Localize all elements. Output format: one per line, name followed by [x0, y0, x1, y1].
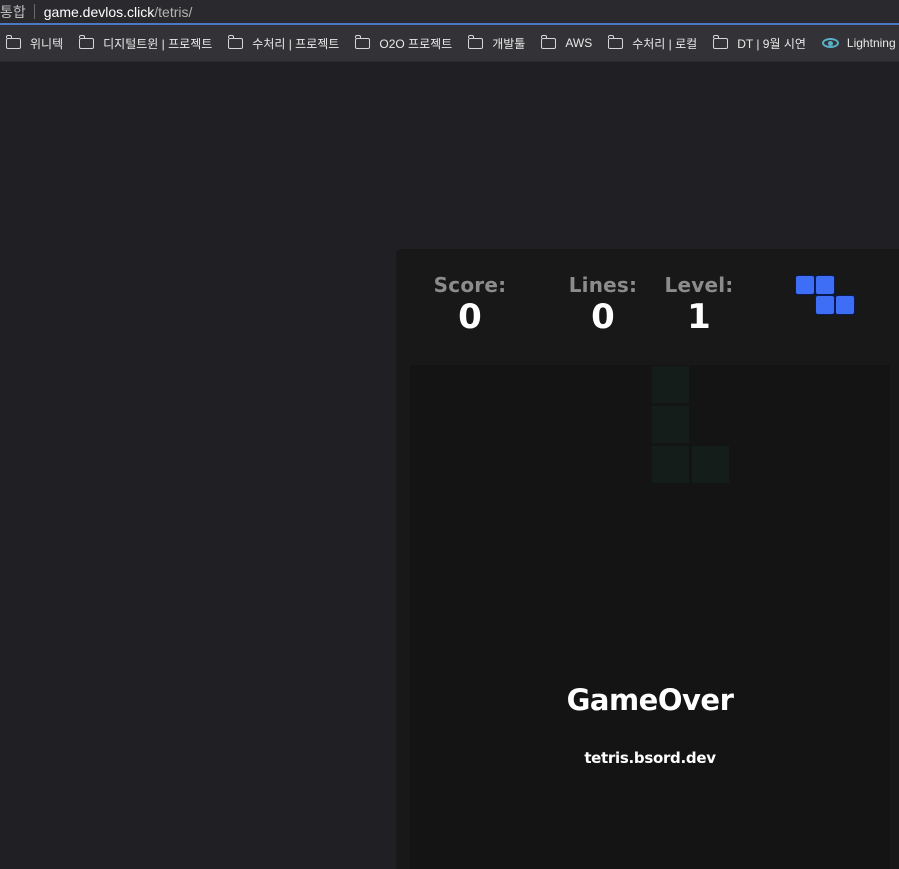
bookmarks-bar: 위니텍 디지털트윈 | 프로젝트 수처리 | 프로젝트 O2O 프로젝트 개발툴…	[0, 25, 899, 62]
bookmark-label: AWS	[565, 36, 593, 50]
lines-label: Lines:	[568, 273, 638, 297]
folder-icon	[713, 34, 729, 49]
ghost-block	[651, 365, 690, 404]
bookmark-label: 위니텍	[30, 36, 64, 51]
bookmark-label: 개발툴	[492, 36, 526, 51]
next-piece-preview	[795, 275, 857, 317]
ghost-block	[651, 405, 690, 444]
bookmark-dt-september-demo[interactable]: DT | 9월 시연	[713, 34, 806, 52]
address-bar[interactable]: 통합 game.devlos.click /tetris/	[0, 0, 899, 25]
url-prefix: 통합	[0, 3, 26, 20]
url-path: /tetris/	[154, 3, 193, 20]
bookmark-label: O2O 프로젝트	[379, 36, 453, 51]
lines-stat: Lines: 0	[566, 273, 640, 335]
eye-icon	[821, 38, 839, 48]
bookmark-label: Lightning Labs	[846, 36, 899, 50]
next-piece-block	[815, 295, 835, 315]
bookmark-water-treatment-local[interactable]: 수처리 | 로컬	[608, 34, 698, 52]
url-host: game.devlos.click	[43, 3, 155, 20]
bookmark-winitech[interactable]: 위니텍	[5, 34, 64, 52]
folder-icon	[608, 34, 624, 49]
ghost-block	[651, 445, 690, 484]
level-value: 1	[687, 297, 711, 337]
tetris-game-panel: Score: 0 Lines: 0 Level: 1 GameOver tetr…	[396, 249, 899, 869]
bookmark-label: 수처리 | 프로젝트	[252, 36, 340, 51]
folder-icon	[541, 34, 557, 49]
bookmark-label: 수처리 | 로컬	[632, 36, 698, 51]
bookmark-lightning-labs[interactable]: Lightning Labs	[821, 36, 899, 50]
bookmark-label: DT | 9월 시연	[737, 36, 806, 51]
ghost-block	[691, 445, 730, 484]
gameover-url: tetris.bsord.dev	[584, 749, 716, 767]
score-label: Score:	[433, 273, 507, 297]
folder-icon	[78, 34, 95, 49]
bookmark-aws[interactable]: AWS	[541, 34, 593, 50]
next-piece-block	[815, 275, 835, 295]
folder-icon	[5, 34, 21, 49]
score-stat: Score: 0	[432, 273, 508, 335]
game-board[interactable]: GameOver tetris.bsord.dev	[410, 365, 890, 869]
score-value: 0	[458, 297, 482, 337]
bookmark-o2o-project[interactable]: O2O 프로젝트	[355, 34, 453, 52]
lines-value: 0	[591, 297, 615, 337]
bookmark-label: 디지털트윈 | 프로젝트	[103, 36, 213, 51]
folder-icon	[468, 34, 484, 49]
folder-icon	[228, 34, 244, 49]
next-piece-block	[835, 295, 855, 315]
bookmark-water-treatment-project[interactable]: 수처리 | 프로젝트	[228, 34, 340, 52]
folder-icon	[355, 34, 371, 49]
level-stat: Level: 1	[662, 273, 736, 335]
next-piece-block	[795, 275, 815, 295]
bookmark-digital-twin-project[interactable]: 디지털트윈 | 프로젝트	[78, 34, 213, 52]
gameover-title: GameOver	[566, 683, 734, 717]
url-separator	[33, 4, 35, 19]
bookmark-dev-tools[interactable]: 개발툴	[468, 34, 526, 52]
level-label: Level:	[664, 273, 734, 297]
